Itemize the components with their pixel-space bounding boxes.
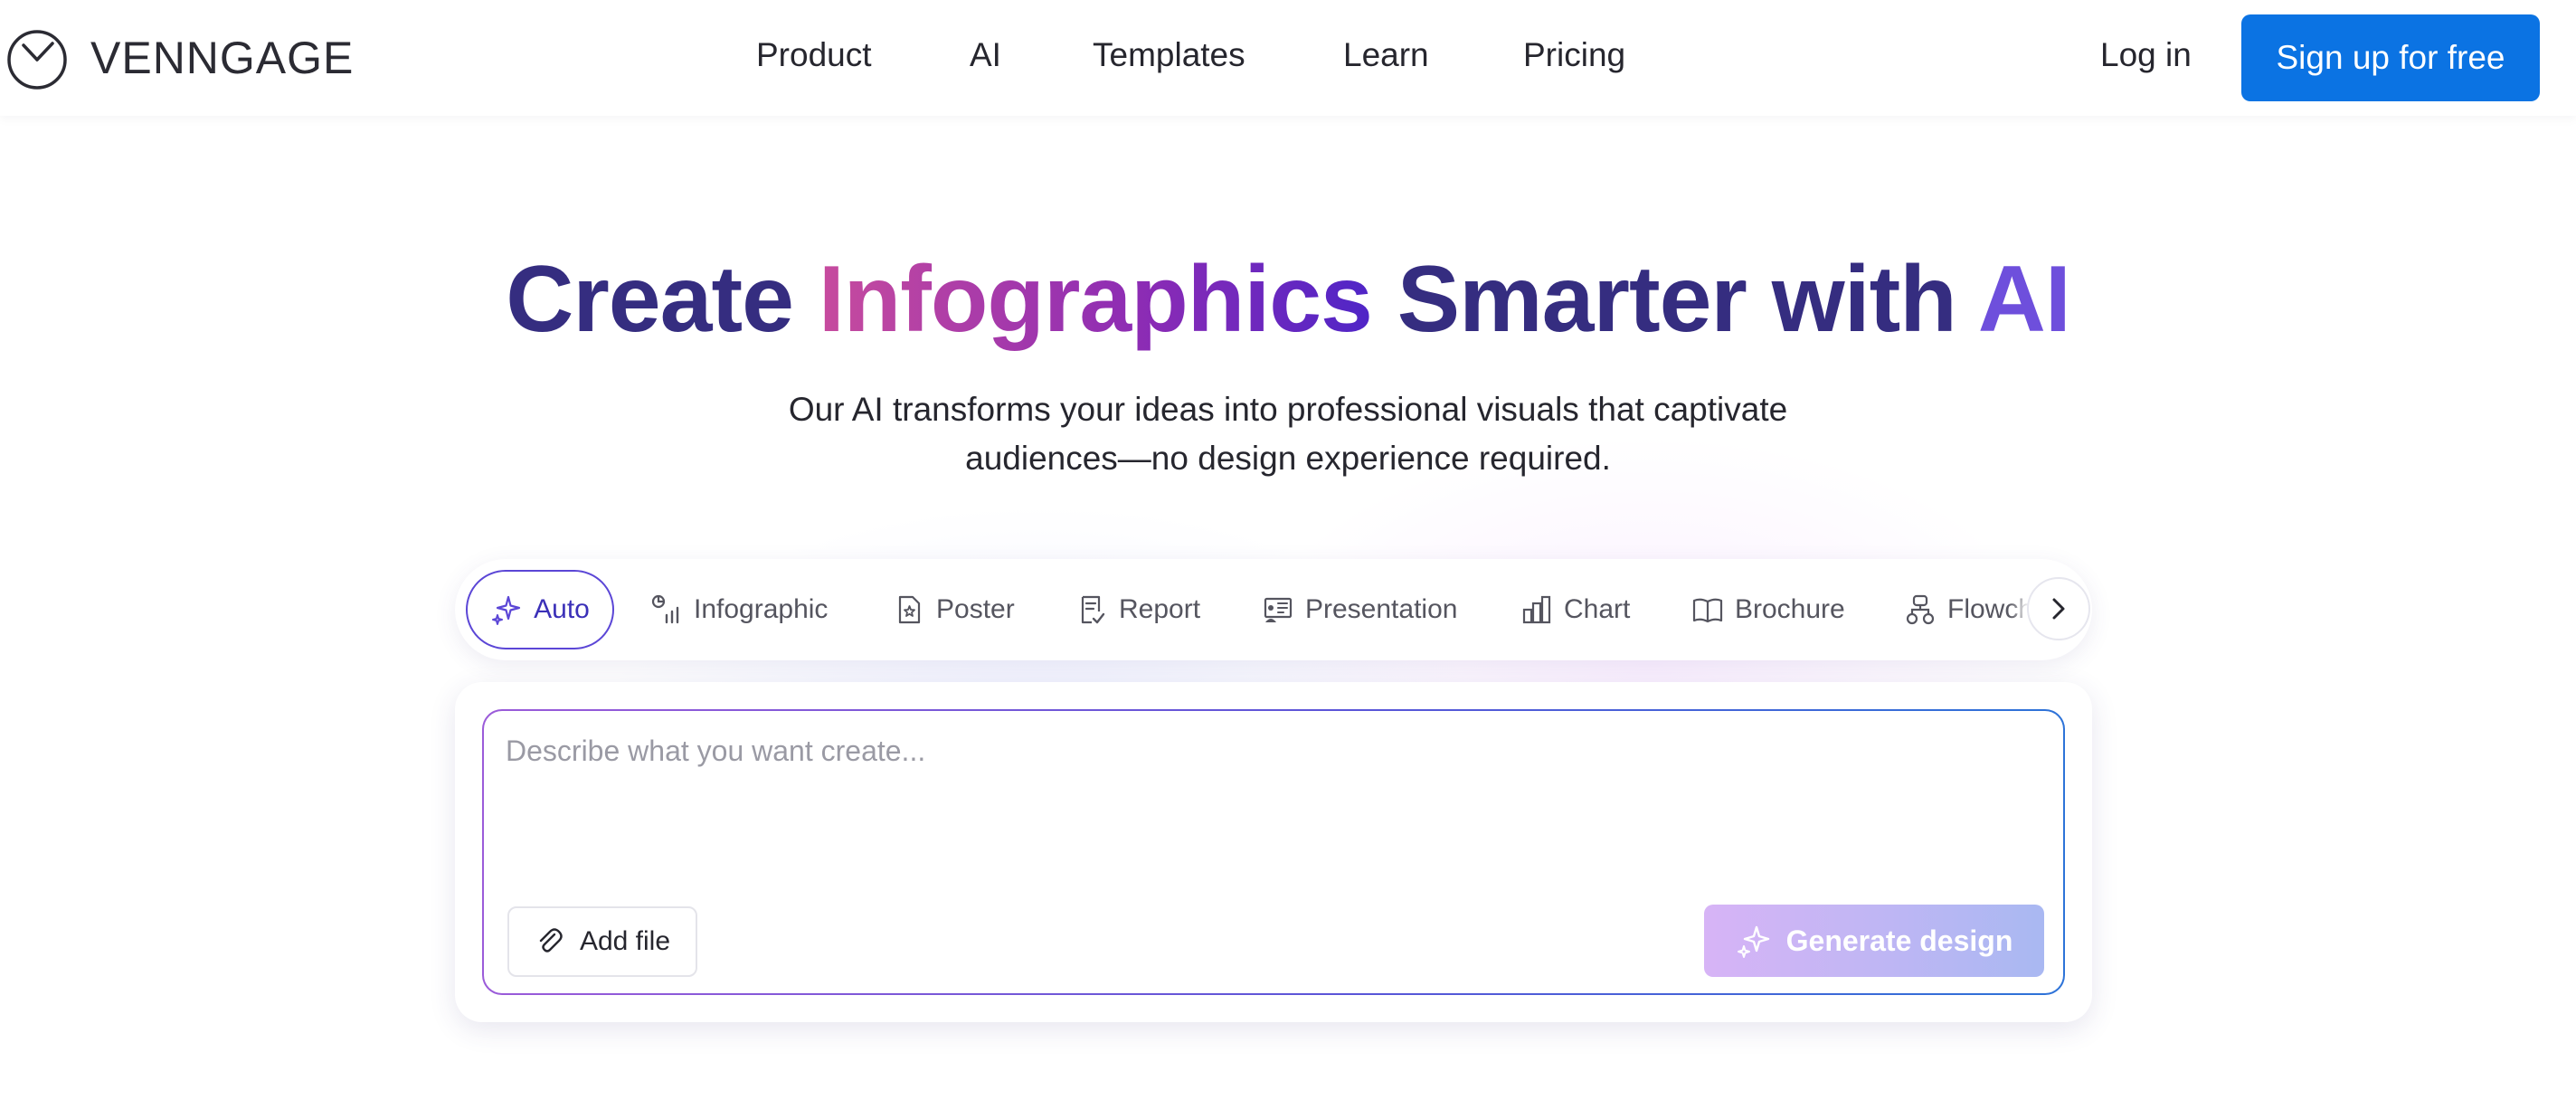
tab-infographic[interactable]: Infographic	[650, 570, 828, 649]
nav-learn[interactable]: Learn	[1343, 36, 1429, 74]
hero-subtitle-line1: Our AI transforms your ideas into profes…	[788, 391, 1788, 428]
logo[interactable]: VENNGAGE	[5, 25, 354, 90]
infographic-icon	[651, 594, 679, 624]
tab-auto[interactable]: Auto	[466, 570, 614, 649]
prompt-inner: Add file Generate design	[484, 711, 2063, 993]
hero-title-part2: Smarter with	[1371, 247, 1978, 352]
prompt-input[interactable]	[506, 735, 2025, 843]
login-link[interactable]: Log in	[2100, 36, 2192, 74]
design-type-tabs: Auto Infographic Poster Report Presentat…	[455, 559, 2092, 660]
poster-icon	[898, 595, 921, 624]
add-file-label: Add file	[579, 926, 671, 956]
tab-brochure[interactable]: Brochure	[1691, 570, 1845, 649]
hero-subtitle: Our AI transforms your ideas into profes…	[0, 385, 2576, 483]
tab-poster-label: Poster	[936, 594, 1015, 624]
tab-chart[interactable]: Chart	[1520, 570, 1630, 649]
tabs-next-button[interactable]	[2027, 577, 2090, 640]
prompt-card: Add file Generate design	[455, 682, 2092, 1022]
tab-infographic-label: Infographic	[694, 594, 829, 624]
hero-title-ai: AI	[1977, 247, 2071, 352]
sparkle-icon	[492, 595, 521, 625]
hero-title-part1: Create	[506, 247, 819, 352]
hero-subtitle-line2: audiences—no design experience required.	[965, 440, 1611, 477]
flowchart-icon	[1906, 594, 1935, 625]
prompt-frame: Add file Generate design	[482, 709, 2065, 995]
generate-design-button[interactable]: Generate design	[1704, 905, 2044, 977]
chevron-right-icon	[2052, 598, 2065, 620]
tab-presentation[interactable]: Presentation	[1262, 570, 1457, 649]
report-icon	[1081, 595, 1105, 624]
add-file-button[interactable]: Add file	[507, 906, 697, 977]
signup-button[interactable]: Sign up for free	[2241, 14, 2540, 101]
tab-poster[interactable]: Poster	[893, 570, 1015, 649]
paperclip-icon	[539, 928, 563, 953]
brochure-icon	[1692, 598, 1723, 623]
nav-templates[interactable]: Templates	[1093, 36, 1245, 74]
generate-design-label: Generate design	[1785, 924, 2013, 957]
tab-auto-label: Auto	[534, 594, 590, 624]
nav-product[interactable]: Product	[756, 36, 872, 74]
chart-icon	[1522, 595, 1551, 624]
tab-brochure-label: Brochure	[1735, 594, 1845, 624]
hero-title: Create Infographics Smarter with AI	[0, 246, 2576, 354]
presentation-icon	[1264, 597, 1293, 622]
venngage-logo-icon	[7, 30, 67, 90]
hero-title-highlight: Infographics	[818, 247, 1373, 352]
tab-report-label: Report	[1119, 594, 1201, 624]
logo-text: VENNGAGE	[90, 33, 355, 83]
tab-chart-label: Chart	[1564, 594, 1631, 624]
site-header: VENNGAGE Product AI Templates Learn Pric…	[0, 0, 2576, 116]
tab-report[interactable]: Report	[1075, 570, 1200, 649]
nav-ai[interactable]: AI	[970, 36, 1001, 74]
nav-pricing[interactable]: Pricing	[1523, 36, 1625, 74]
sparkle-icon	[1737, 925, 1769, 958]
tab-presentation-label: Presentation	[1305, 594, 1458, 624]
